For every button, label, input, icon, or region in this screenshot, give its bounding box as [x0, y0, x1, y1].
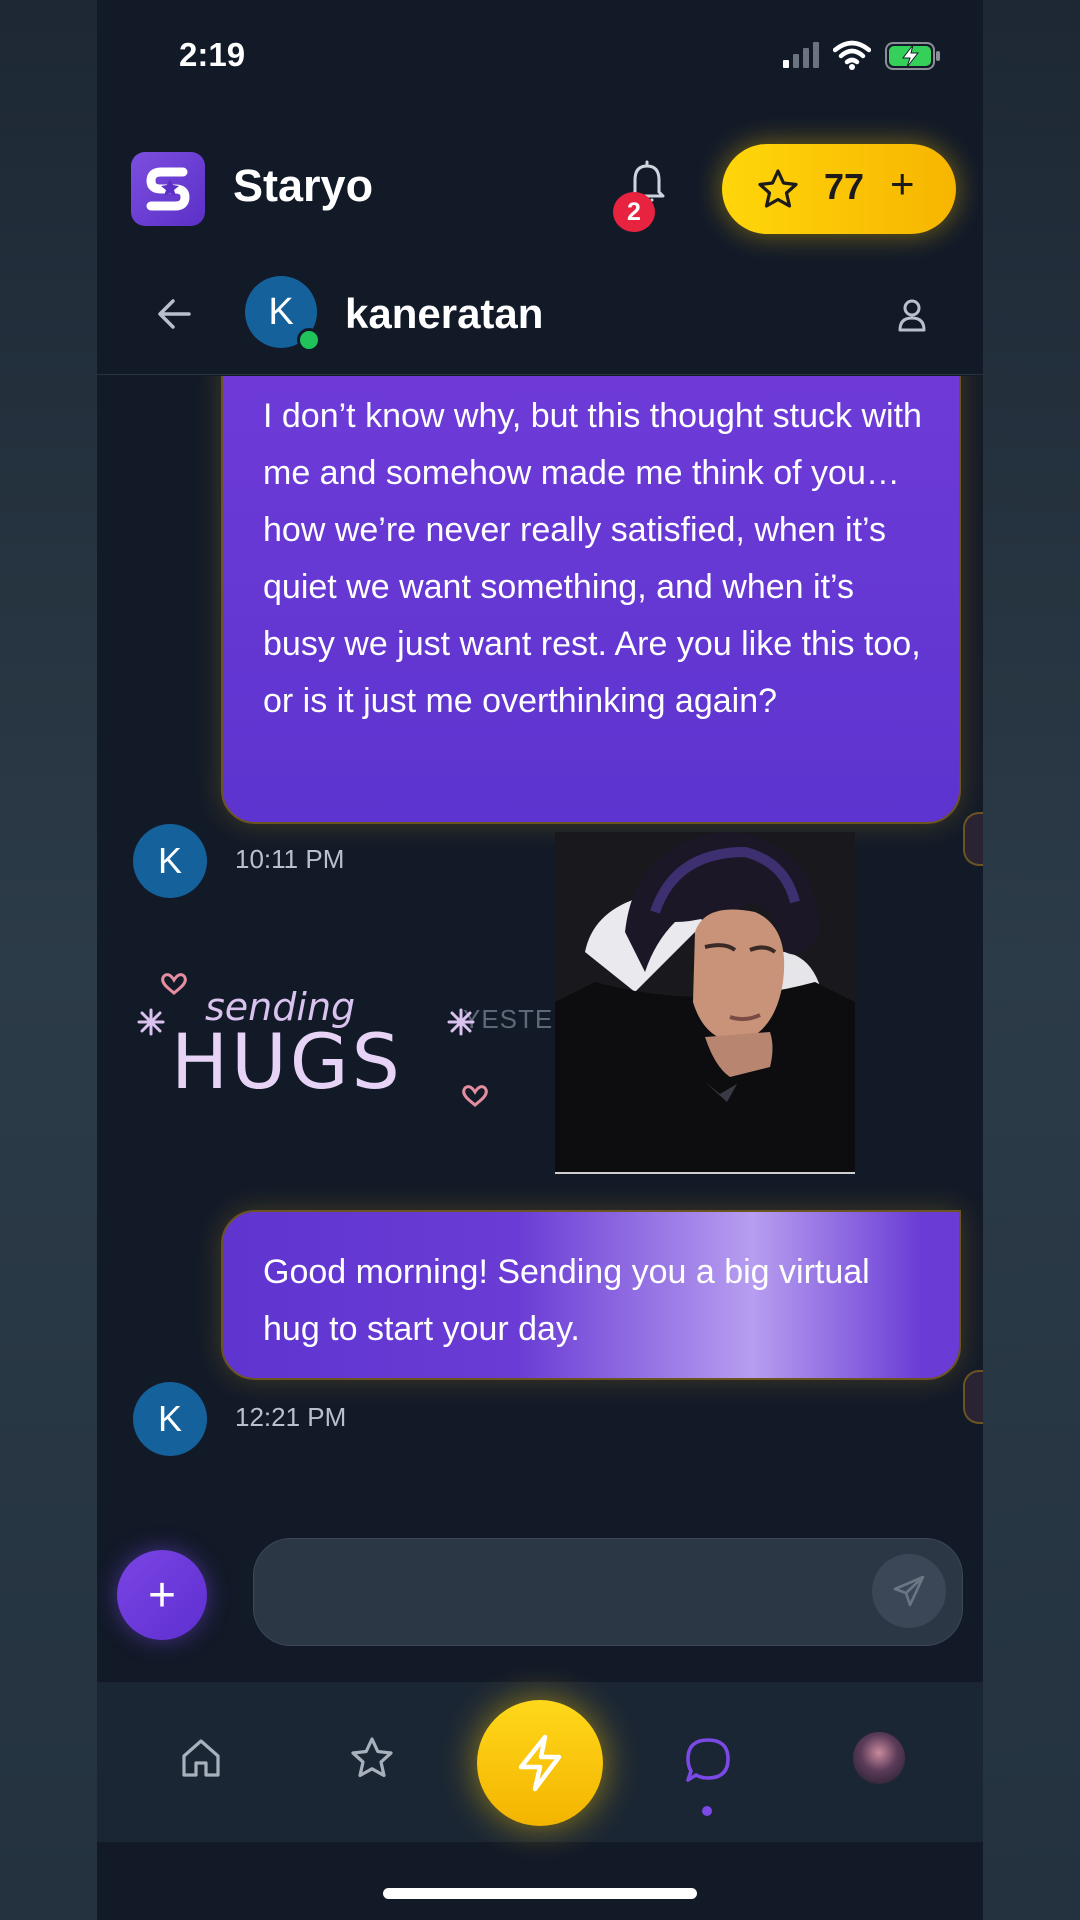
online-status-indicator	[297, 328, 321, 352]
message-text: Good morning! Sending you a big virtual …	[263, 1253, 870, 1348]
wifi-icon	[833, 40, 871, 70]
arrow-left-icon[interactable]	[155, 296, 195, 332]
home-icon[interactable]	[179, 1736, 223, 1780]
boost-button[interactable]	[477, 1700, 603, 1826]
app-header: Staryo 2 77 +	[97, 130, 983, 250]
message-avatar: K	[133, 1382, 207, 1456]
profile-avatar[interactable]	[853, 1732, 905, 1784]
user-icon[interactable]	[897, 298, 927, 332]
add-attachment-button[interactable]: +	[117, 1550, 207, 1640]
message-time: 10:11 PM	[235, 844, 345, 874]
bottom-navigation	[97, 1682, 983, 1842]
staryo-logo-icon	[131, 152, 205, 226]
status-time: 2:19	[179, 36, 246, 73]
backdrop-right	[983, 0, 1080, 1920]
chat-bubble-icon[interactable]	[683, 1736, 733, 1786]
app-name: Staryo	[233, 160, 374, 211]
points-button[interactable]: 77 +	[722, 144, 956, 234]
sticker-line-hugs: HUGS	[171, 1017, 403, 1106]
message-bubble[interactable]: Good morning! Sending you a big virtual …	[221, 1210, 961, 1380]
send-icon	[893, 1575, 925, 1607]
home-indicator	[383, 1888, 697, 1899]
bubble-tail	[963, 1370, 983, 1424]
bubble-tail	[963, 812, 983, 866]
star-icon[interactable]	[349, 1736, 395, 1780]
message-composer: +	[97, 1520, 983, 1650]
send-button[interactable]	[872, 1554, 946, 1628]
star-icon	[758, 169, 798, 208]
add-points-icon: +	[890, 160, 915, 207]
message-time: 12:21 PM	[235, 1402, 347, 1432]
phone-screen: 2:19 Staryo 2 77 + K kaneratan I don’t k…	[97, 0, 983, 1920]
message-text: I don’t know why, but this thought stuck…	[263, 397, 922, 720]
contact-name[interactable]: kaneratan	[345, 290, 543, 338]
message-list[interactable]: I don’t know why, but this thought stuck…	[97, 376, 983, 1496]
lightning-icon	[518, 1734, 562, 1792]
status-bar: 2:19	[97, 0, 983, 110]
sending-hugs-sticker[interactable]: sending HUGS	[131, 954, 491, 1114]
battery-charging-icon	[885, 42, 940, 70]
shared-photo[interactable]	[555, 832, 855, 1174]
chat-header: K kaneratan	[97, 256, 983, 375]
points-count: 77	[824, 166, 865, 207]
notification-badge: 2	[613, 192, 655, 232]
backdrop-left	[0, 0, 97, 1920]
message-avatar: K	[133, 824, 207, 898]
message-input[interactable]	[253, 1538, 963, 1646]
active-tab-indicator	[702, 1806, 712, 1816]
signal-icon	[783, 42, 819, 68]
message-bubble[interactable]: I don’t know why, but this thought stuck…	[221, 376, 961, 824]
